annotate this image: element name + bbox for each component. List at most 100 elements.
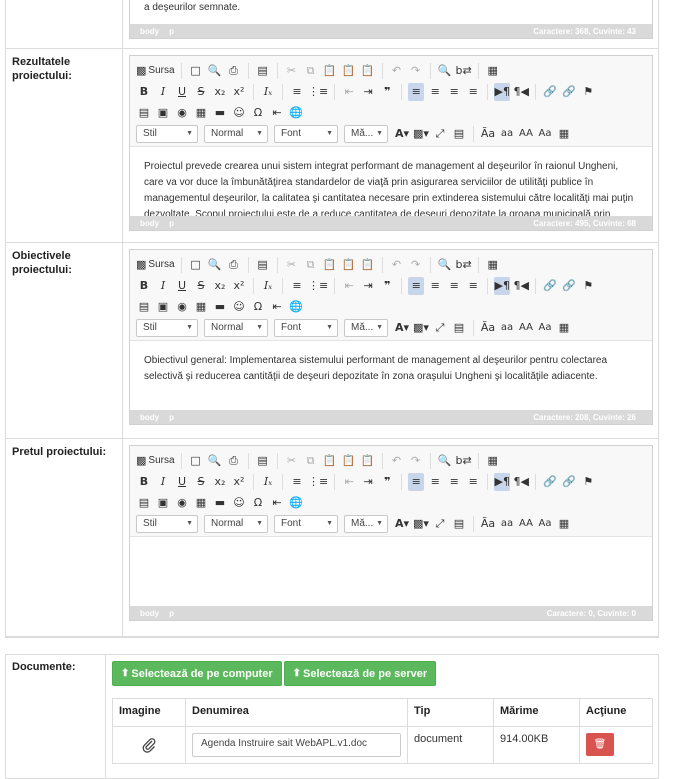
superscript-button[interactable]: x²	[231, 473, 247, 491]
unlink-icon[interactable]: 🔗	[561, 277, 577, 295]
blockquote-icon[interactable]: ❞	[379, 83, 395, 101]
table-icon[interactable]: ▦	[193, 104, 209, 122]
select-from-computer-button[interactable]: ⬆ Selectează de pe computer	[112, 661, 282, 686]
anchor-icon[interactable]: ⚑	[580, 277, 596, 295]
style-select[interactable]: Stil ▼	[136, 124, 198, 143]
align-right-icon[interactable]: ≡	[446, 83, 462, 101]
paste-icon[interactable]: 📋	[322, 256, 338, 274]
size-select[interactable]: Mă... ▼	[344, 318, 388, 337]
cut-icon[interactable]: ✂	[284, 256, 300, 274]
show-blocks-icon[interactable]: ▤	[451, 125, 467, 143]
copy-icon[interactable]: ⧉	[303, 256, 319, 274]
text-color-icon[interactable]: A▾	[394, 125, 410, 143]
paste-icon[interactable]: 📋	[322, 452, 338, 470]
underline-button[interactable]: U	[174, 277, 190, 295]
iframe-icon[interactable]: ◉	[174, 104, 190, 122]
table-icon[interactable]: ▦	[193, 494, 209, 512]
templates-icon[interactable]: ▤	[255, 452, 271, 470]
case-icon[interactable]: Ãa	[480, 515, 496, 533]
subscript-button[interactable]: x₂	[212, 277, 228, 295]
rtl-icon[interactable]: ¶◀	[513, 83, 529, 101]
italic-button[interactable]: I	[155, 473, 171, 491]
font-select[interactable]: Font ▼	[274, 318, 338, 337]
format-select[interactable]: Normal ▼	[204, 124, 268, 143]
paste-icon[interactable]: 📋	[322, 62, 338, 80]
templates-icon[interactable]: ▤	[255, 256, 271, 274]
paste-word-icon[interactable]: 📋	[360, 256, 376, 274]
maximize-icon[interactable]: ⤢	[432, 319, 448, 337]
indent-icon[interactable]: ⇥	[360, 473, 376, 491]
path-p[interactable]: p	[169, 27, 174, 36]
bg-color-icon[interactable]: ▩▾	[413, 515, 429, 533]
special-char-icon[interactable]: Ω	[250, 104, 266, 122]
lowercase-button[interactable]: aa	[499, 125, 515, 143]
replace-icon[interactable]: b⇄	[456, 62, 472, 80]
show-blocks-icon[interactable]: ▤	[451, 319, 467, 337]
style-select[interactable]: Stil ▼	[136, 318, 198, 337]
align-left-icon[interactable]: ≡	[408, 276, 425, 295]
source-button[interactable]: ▩ Sursa	[136, 452, 175, 470]
globe-icon[interactable]: 🌐	[288, 298, 304, 316]
cut-icon[interactable]: ✂	[284, 452, 300, 470]
subscript-button[interactable]: x₂	[212, 473, 228, 491]
page-break-icon[interactable]: ⇤	[269, 298, 285, 316]
blockquote-icon[interactable]: ❞	[379, 473, 395, 491]
unlink-icon[interactable]: 🔗	[561, 83, 577, 101]
copy-icon[interactable]: ⧉	[303, 452, 319, 470]
italic-button[interactable]: I	[155, 83, 171, 101]
redo-icon[interactable]: ↷	[408, 62, 424, 80]
lowercase-button[interactable]: aa	[499, 319, 515, 337]
maximize-icon[interactable]: ⤢	[432, 515, 448, 533]
smiley-icon[interactable]: ☺	[231, 494, 247, 512]
page-break-icon[interactable]: ⇤	[269, 104, 285, 122]
uppercase-button[interactable]: AA	[518, 125, 534, 143]
redo-icon[interactable]: ↷	[408, 256, 424, 274]
hr-icon[interactable]: ▬	[212, 298, 228, 316]
image-icon[interactable]: ▤	[136, 104, 152, 122]
replace-icon[interactable]: b⇄	[456, 256, 472, 274]
source-button[interactable]: ▩ Sursa	[136, 62, 175, 80]
path-body[interactable]: body	[140, 27, 159, 36]
copy-icon[interactable]: ⧉	[303, 62, 319, 80]
undo-icon[interactable]: ↶	[389, 256, 405, 274]
find-icon[interactable]: 🔍	[437, 452, 453, 470]
outdent-icon[interactable]: ⇤	[341, 83, 357, 101]
select-from-server-button[interactable]: ⬆ Selectează de pe server	[283, 661, 437, 686]
text-color-icon[interactable]: A▾	[394, 319, 410, 337]
select-all-icon[interactable]: ▦	[485, 452, 501, 470]
editor-content-obiective[interactable]: Obiectivul general: Implementarea sistem…	[130, 340, 652, 410]
top-editor-content[interactable]: a deşeurilor semnate.	[130, 0, 652, 24]
select-all-icon[interactable]: ▦	[485, 62, 501, 80]
numbered-list-icon[interactable]: ≡	[289, 277, 305, 295]
case-icon[interactable]: Ãa	[480, 319, 496, 337]
path-body[interactable]: body	[140, 413, 159, 422]
ltr-icon[interactable]: ▶¶	[494, 276, 511, 295]
remove-format-icon[interactable]: Iₓ	[260, 83, 276, 101]
spellcheck-icon[interactable]: ▦	[556, 319, 572, 337]
subscript-button[interactable]: x₂	[212, 83, 228, 101]
link-icon[interactable]: 🔗	[542, 277, 558, 295]
editor-content-rezultate[interactable]: Proiectul prevede crearea unui sistem in…	[130, 146, 652, 216]
flash-icon[interactable]: ▣	[155, 104, 171, 122]
undo-icon[interactable]: ↶	[389, 62, 405, 80]
paste-text-icon[interactable]: 📋	[341, 256, 357, 274]
bold-button[interactable]: B	[136, 473, 152, 491]
paste-word-icon[interactable]: 📋	[360, 452, 376, 470]
outdent-icon[interactable]: ⇤	[341, 473, 357, 491]
size-select[interactable]: Mă... ▼	[344, 124, 388, 143]
new-page-icon[interactable]: □	[188, 256, 204, 274]
strike-button[interactable]: S	[193, 473, 209, 491]
align-center-icon[interactable]: ≡	[427, 277, 443, 295]
numbered-list-icon[interactable]: ≡	[289, 473, 305, 491]
print-icon[interactable]: ⎙	[226, 256, 242, 274]
indent-icon[interactable]: ⇥	[360, 83, 376, 101]
iframe-icon[interactable]: ◉	[174, 298, 190, 316]
table-icon[interactable]: ▦	[193, 298, 209, 316]
style-select[interactable]: Stil ▼	[136, 514, 198, 533]
link-icon[interactable]: 🔗	[542, 83, 558, 101]
flash-icon[interactable]: ▣	[155, 298, 171, 316]
align-right-icon[interactable]: ≡	[446, 473, 462, 491]
select-all-icon[interactable]: ▦	[485, 256, 501, 274]
uppercase-button[interactable]: AA	[518, 515, 534, 533]
bold-button[interactable]: B	[136, 277, 152, 295]
